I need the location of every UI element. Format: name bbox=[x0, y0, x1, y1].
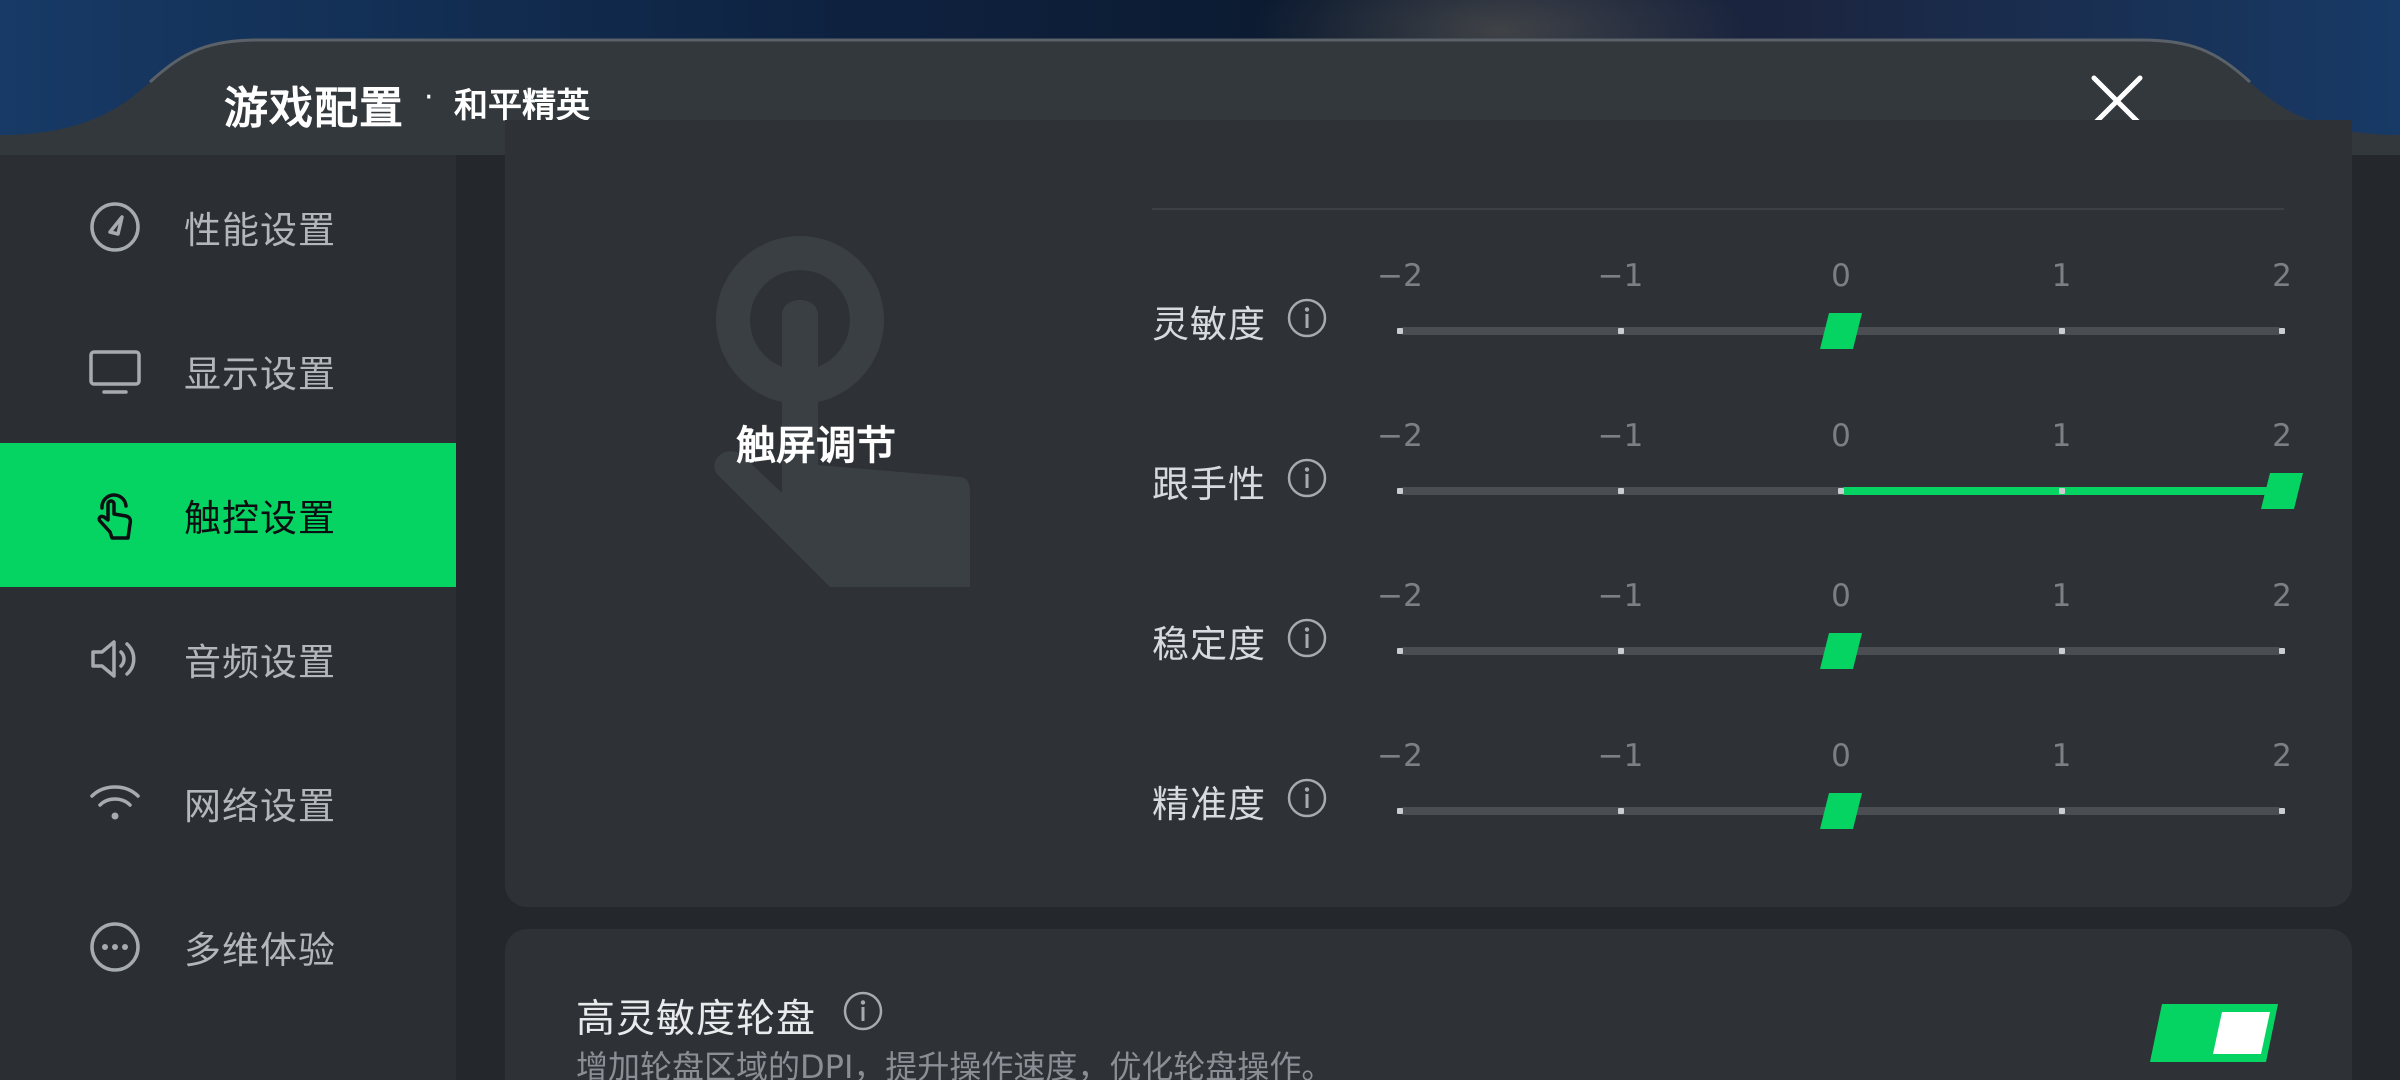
sensitivity-label: 灵敏度 bbox=[1152, 303, 1266, 346]
tick-label: 1 bbox=[2051, 578, 2072, 614]
sidebar-item-label: 显示设置 bbox=[184, 353, 336, 396]
info-icon[interactable] bbox=[1286, 297, 1328, 339]
tick-label: −1 bbox=[1597, 738, 1644, 774]
sidebar-item-label: 多维体验 bbox=[184, 929, 336, 972]
slider-tick-mark bbox=[2279, 808, 2285, 814]
slider-tick-mark bbox=[1397, 648, 1403, 654]
wheel-toggle[interactable] bbox=[2150, 1004, 2278, 1062]
sidebar-item-label: 网络设置 bbox=[184, 785, 336, 828]
precision-slider-thumb[interactable] bbox=[1820, 793, 1862, 829]
sidebar-item-performance[interactable]: 性能设置 bbox=[0, 155, 456, 299]
info-icon[interactable] bbox=[1286, 457, 1328, 499]
slider-tick-mark bbox=[1617, 808, 1624, 814]
slider-tick-mark bbox=[2058, 328, 2065, 334]
slider-tick-mark bbox=[1397, 328, 1403, 334]
precision-label: 精准度 bbox=[1152, 783, 1266, 826]
info-icon[interactable] bbox=[842, 990, 884, 1032]
monitor-icon bbox=[89, 350, 141, 394]
game-config-panel: 游戏配置 · 和平精英 性能设置 显示设置 触控设置 音频设置 网络设置 多维体… bbox=[0, 0, 2400, 1080]
follow-label: 跟手性 bbox=[1152, 463, 1266, 506]
title-separator: · bbox=[424, 80, 434, 115]
stability-label: 稳定度 bbox=[1152, 623, 1266, 666]
sidebar: 性能设置 显示设置 触控设置 音频设置 网络设置 多维体验 bbox=[0, 155, 456, 1080]
sidebar-item-multi-experience[interactable]: 多维体验 bbox=[0, 875, 456, 1019]
sidebar-item-label: 音频设置 bbox=[184, 641, 336, 684]
option-title: 高灵敏度轮盘 bbox=[576, 997, 817, 1042]
tick-label: −1 bbox=[1597, 418, 1644, 454]
tick-label: −2 bbox=[1377, 258, 1423, 294]
sidebar-item-label: 性能设置 bbox=[184, 209, 336, 252]
sidebar-item-label: 触控设置 bbox=[184, 497, 336, 540]
tick-label: 0 bbox=[1831, 418, 1851, 454]
touch-hand-icon bbox=[97, 493, 133, 540]
slider-tick-mark bbox=[2058, 648, 2065, 654]
slider-tick-mark bbox=[1617, 648, 1624, 654]
sidebar-item-display[interactable]: 显示设置 bbox=[0, 299, 456, 443]
tick-label: 2 bbox=[2272, 258, 2292, 294]
tick-label: 2 bbox=[2272, 738, 2292, 774]
sensitivity-slider-thumb[interactable] bbox=[1820, 313, 1862, 349]
info-icon[interactable] bbox=[1286, 617, 1328, 659]
slider-tick-mark bbox=[2058, 808, 2065, 814]
tick-label: 0 bbox=[1831, 578, 1851, 614]
follow-slider-thumb[interactable] bbox=[2261, 473, 2303, 509]
tick-label: 2 bbox=[2272, 418, 2292, 454]
slider-tick-mark bbox=[1617, 328, 1624, 334]
sidebar-item-network[interactable]: 网络设置 bbox=[0, 731, 456, 875]
slider-tick-mark bbox=[2279, 328, 2285, 334]
tick-label: −2 bbox=[1377, 738, 1423, 774]
tick-label: 1 bbox=[2051, 258, 2072, 294]
tick-label: −1 bbox=[1597, 258, 1644, 294]
tick-label: 2 bbox=[2272, 578, 2292, 614]
divider bbox=[1152, 208, 2284, 210]
sidebar-item-touch[interactable]: 触控设置 bbox=[0, 443, 456, 587]
slider-tick-mark bbox=[1397, 488, 1403, 494]
wifi-icon bbox=[90, 785, 140, 820]
tick-label: −2 bbox=[1377, 418, 1423, 454]
section-title: 触屏调节 bbox=[736, 423, 896, 469]
gauge-icon bbox=[90, 202, 140, 252]
tick-label: −1 bbox=[1597, 578, 1644, 614]
stability-slider-thumb[interactable] bbox=[1820, 633, 1862, 669]
page-title: 游戏配置 bbox=[224, 83, 404, 134]
slider-tick-mark bbox=[2058, 488, 2065, 494]
speaker-icon bbox=[91, 640, 136, 678]
slider-tick-mark bbox=[1397, 808, 1403, 814]
sidebar-item-audio[interactable]: 音频设置 bbox=[0, 587, 456, 731]
tick-label: 0 bbox=[1831, 258, 1851, 294]
tick-label: 1 bbox=[2051, 738, 2072, 774]
slider-tick-mark bbox=[2279, 648, 2285, 654]
slider-tick-mark bbox=[1838, 488, 1844, 494]
tick-label: −2 bbox=[1377, 578, 1423, 614]
tick-label: 0 bbox=[1831, 738, 1851, 774]
info-icon[interactable] bbox=[1286, 777, 1328, 819]
slider-tick-mark bbox=[1617, 488, 1624, 494]
more-dots-icon bbox=[90, 922, 140, 972]
option-description: 增加轮盘区域的DPI，提升操作速度，优化轮盘操作。 bbox=[576, 1048, 1334, 1080]
tick-label: 1 bbox=[2051, 418, 2072, 454]
